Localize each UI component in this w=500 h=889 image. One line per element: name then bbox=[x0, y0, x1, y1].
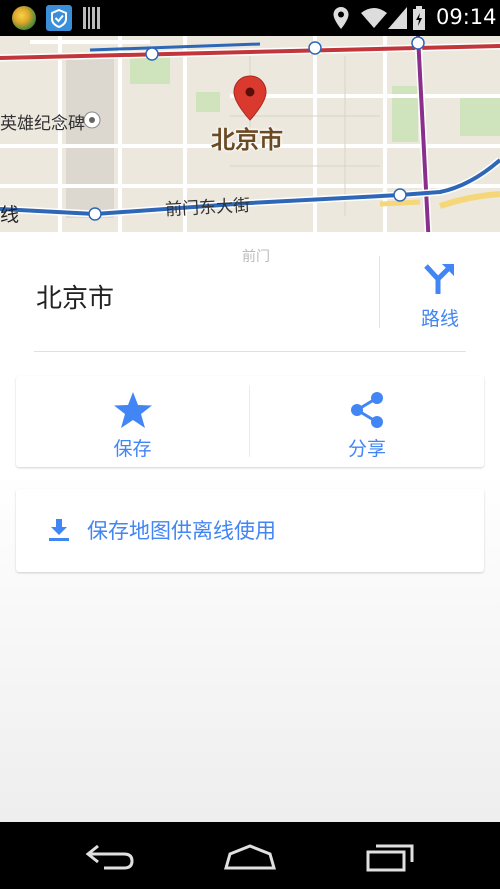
share-button[interactable]: 分享 bbox=[250, 376, 484, 467]
directions-label: 路线 bbox=[420, 308, 459, 330]
save-label: 保存 bbox=[113, 438, 152, 460]
share-icon bbox=[347, 390, 387, 430]
header-divider bbox=[34, 351, 466, 352]
save-button[interactable]: 保存 bbox=[16, 376, 249, 467]
directions-icon bbox=[422, 260, 458, 296]
battery-icon bbox=[412, 6, 426, 30]
directions-button[interactable]: 路线 bbox=[400, 256, 480, 336]
download-icon bbox=[46, 517, 72, 543]
place-title: 北京市 bbox=[36, 284, 115, 314]
location-pin-icon bbox=[332, 6, 350, 30]
faded-map-area-label: 前门 bbox=[242, 249, 270, 265]
header-divider-vertical bbox=[379, 256, 380, 328]
map-pin-label: 北京市 bbox=[211, 126, 283, 154]
back-icon[interactable] bbox=[84, 840, 138, 872]
place-sheet: 前门 北京市 路线 保存 分享 保存地图供离线使用 bbox=[0, 232, 500, 822]
status-bar: 09:14 bbox=[0, 0, 500, 36]
map-poi-label: 英雄纪念碑 bbox=[0, 114, 85, 134]
place-header: 前门 北京市 路线 bbox=[0, 232, 500, 352]
navigation-bar bbox=[0, 822, 500, 889]
offline-label: 保存地图供离线使用 bbox=[87, 519, 276, 543]
google-maps-app-icon bbox=[12, 6, 36, 30]
signal-icon bbox=[388, 7, 408, 29]
clock: 09:14 bbox=[436, 5, 497, 29]
map-street-label: 前门东大街 bbox=[164, 195, 251, 221]
map-line-label: 线 bbox=[0, 204, 20, 226]
star-icon bbox=[113, 390, 153, 430]
offline-card[interactable]: 保存地图供离线使用 bbox=[16, 489, 484, 572]
recent-apps-icon[interactable] bbox=[364, 840, 416, 874]
actions-card: 保存 分享 bbox=[16, 376, 484, 467]
wifi-icon bbox=[360, 7, 388, 29]
home-icon[interactable] bbox=[222, 842, 278, 872]
share-label: 分享 bbox=[347, 438, 386, 460]
shield-app-icon bbox=[46, 5, 72, 31]
barcode-icon bbox=[82, 7, 102, 29]
